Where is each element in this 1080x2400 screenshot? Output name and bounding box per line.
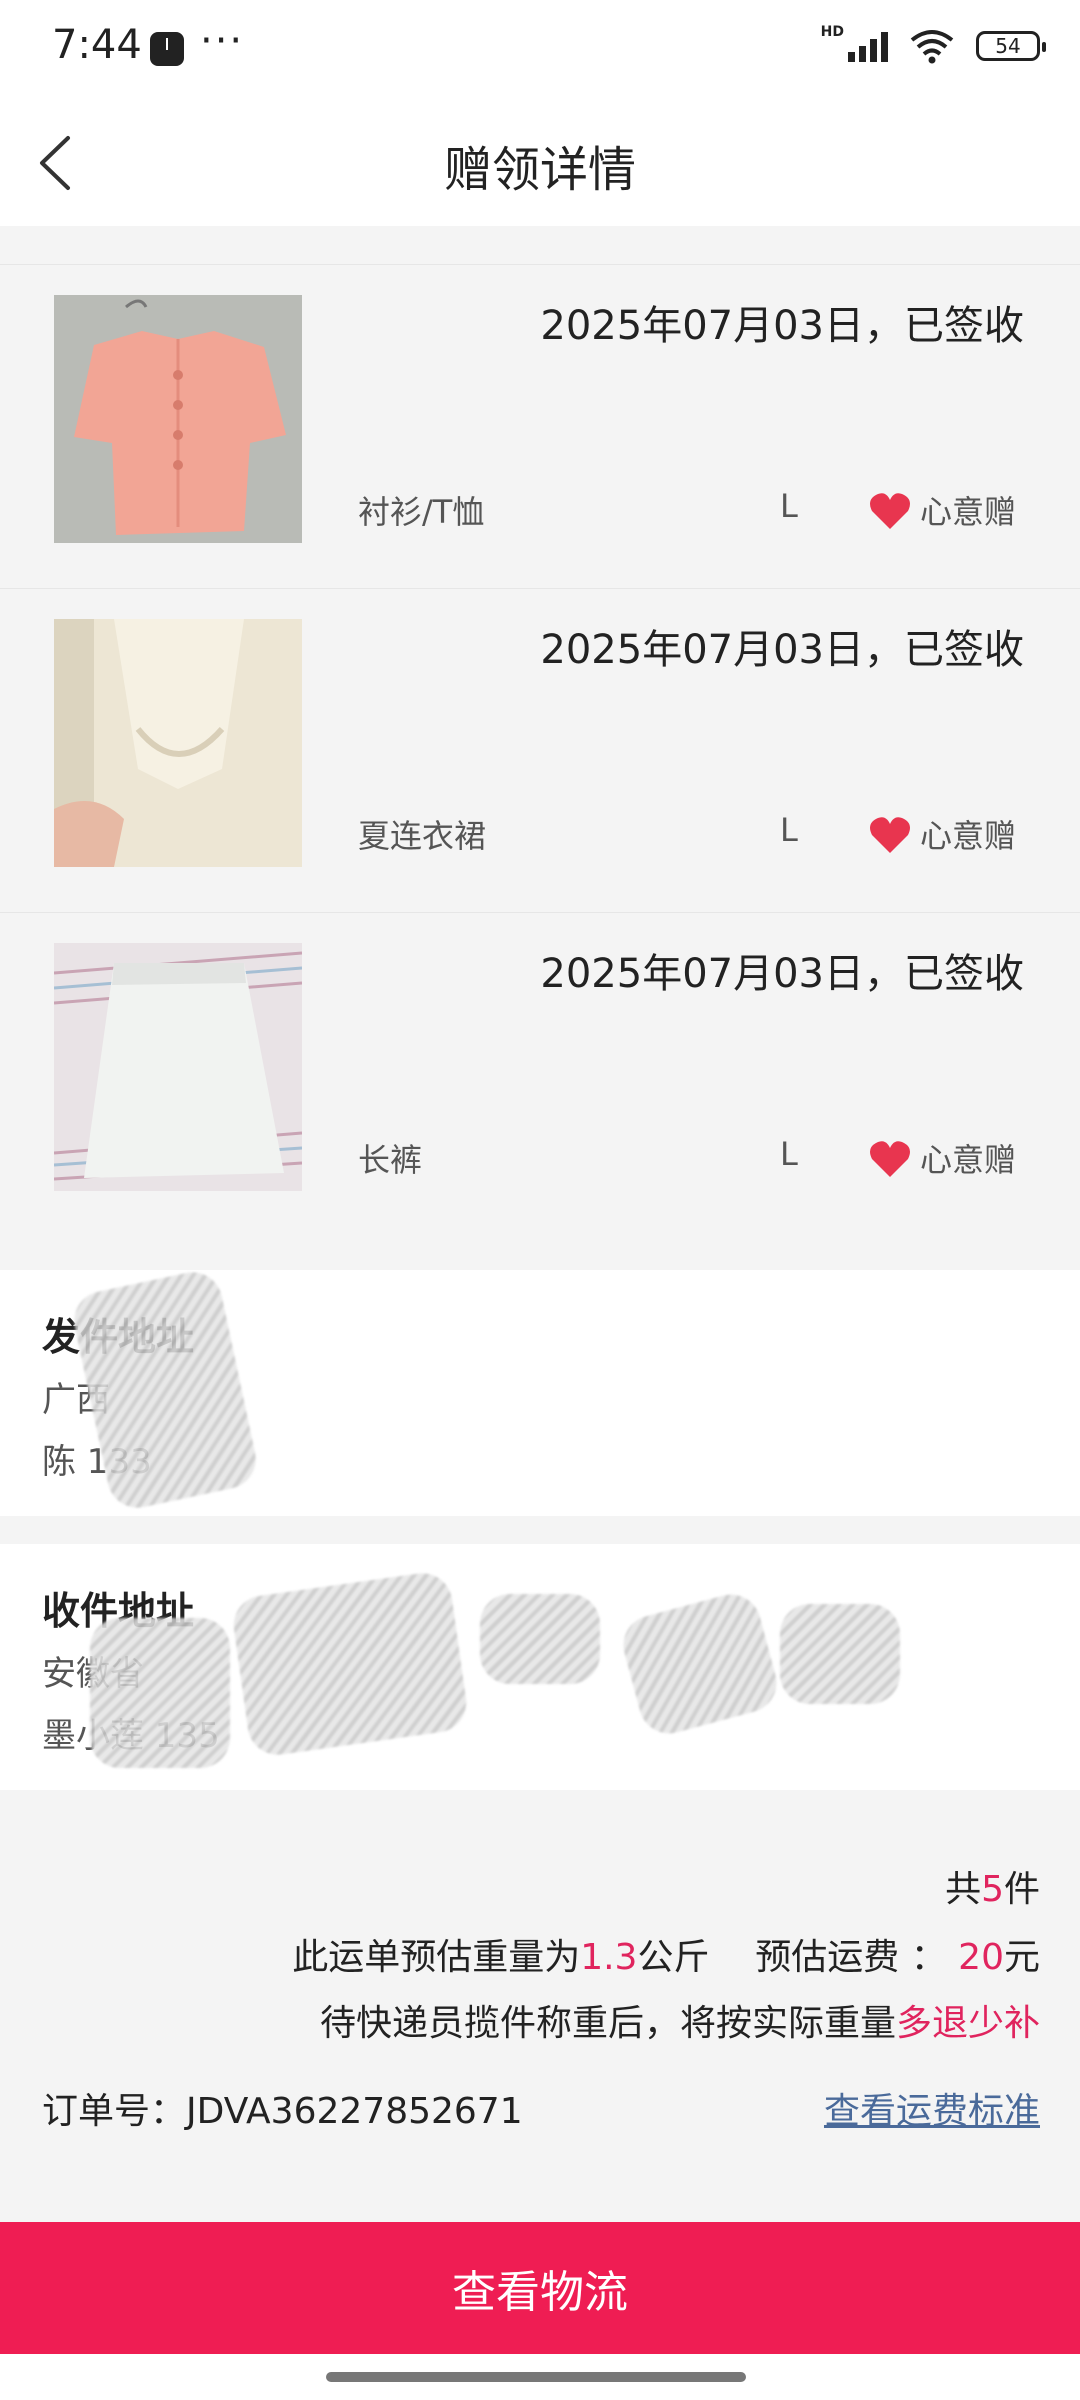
redaction-smudge	[229, 1569, 471, 1759]
item-date: 2025年07月03日，已签收	[540, 951, 1024, 997]
item-category: 衬衫/T恤	[358, 493, 485, 531]
redaction-smudge	[616, 1587, 784, 1741]
home-indicator[interactable]	[326, 2372, 746, 2382]
item-date: 2025年07月03日，已签收	[540, 303, 1024, 349]
list-item[interactable]: 2025年07月03日，已签收 夏连衣裙 L 心意赠	[0, 588, 1080, 911]
item-tag: 心意赠	[920, 1141, 1017, 1179]
status-bar: 7:44 ··· HD 54	[0, 0, 1080, 100]
wifi-icon	[910, 30, 954, 64]
sender-address: 发件地址 广西 陈 133	[0, 1266, 1080, 1516]
status-time: 7:44	[52, 22, 142, 68]
redaction-smudge	[780, 1604, 900, 1704]
item-photo	[54, 295, 302, 543]
list-item[interactable]: 2025年07月03日，已签收 长裤 L 心意赠	[0, 912, 1080, 1235]
heart-icon	[870, 493, 910, 529]
item-size: L	[780, 811, 798, 849]
redaction-smudge	[480, 1594, 600, 1684]
item-date: 2025年07月03日，已签收	[540, 627, 1024, 673]
page-header: 赠领详情	[0, 100, 1080, 226]
item-count: 共5件	[945, 1869, 1040, 1910]
item-size: L	[780, 1135, 798, 1173]
view-logistics-button[interactable]: 查看物流	[0, 2222, 1080, 2354]
hd-label: HD	[820, 24, 844, 40]
weighing-note: 待快递员揽件称重后，将按实际重量多退少补	[319, 2003, 1040, 2044]
receiver-address: 收件地址 安徽省 墨小莲 135	[0, 1544, 1080, 1790]
item-size: L	[780, 487, 798, 525]
item-category: 长裤	[358, 1141, 423, 1179]
heart-icon	[870, 1141, 910, 1177]
clock-app-icon	[150, 32, 184, 66]
item-photo	[54, 619, 302, 867]
page-title: 赠领详情	[443, 142, 636, 198]
more-notifications-icon: ···	[200, 18, 245, 64]
heart-icon	[870, 817, 910, 853]
order-number: 订单号：JDVA36227852671	[42, 2091, 523, 2132]
battery-icon: 54	[976, 31, 1046, 61]
fee-standard-link[interactable]: 查看运费标准	[824, 2082, 1040, 2134]
signal-icon	[848, 30, 888, 62]
item-category: 夏连衣裙	[358, 817, 487, 855]
list-item[interactable]: 2025年07月03日，已签收 衬衫/T恤 L 心意赠	[0, 264, 1080, 587]
item-photo	[54, 943, 302, 1191]
weight-fee-line: 此运单预估重量为1.3公斤 预估运费 ： 20元	[292, 1937, 1040, 1978]
redaction-smudge	[90, 1618, 230, 1768]
item-tag: 心意赠	[920, 817, 1017, 855]
battery-level: 54	[995, 34, 1021, 58]
gesture-bar-area	[0, 2354, 1080, 2400]
item-tag: 心意赠	[920, 493, 1017, 531]
